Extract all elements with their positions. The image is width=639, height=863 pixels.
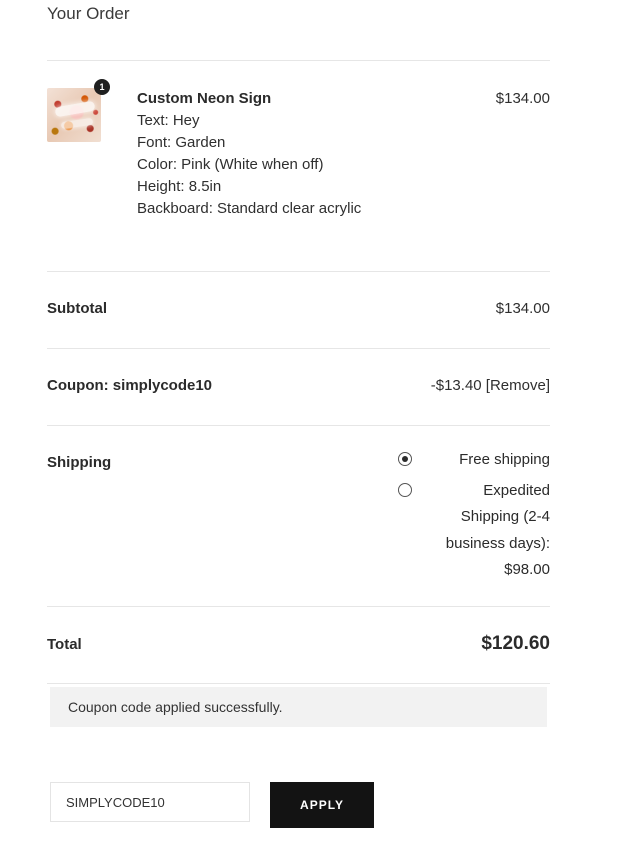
product-name: Custom Neon Sign bbox=[137, 90, 272, 107]
apply-coupon-button[interactable]: APPLY bbox=[270, 782, 374, 828]
total-value: $120.60 bbox=[481, 633, 550, 654]
coupon-amount: -$13.40 bbox=[430, 377, 482, 394]
divider bbox=[47, 683, 550, 684]
product-detail-backboard: Backboard: Standard clear acrylic bbox=[137, 200, 362, 217]
divider bbox=[47, 271, 550, 272]
coupon-code-input[interactable] bbox=[50, 782, 250, 822]
coupon-value: -$13.40 [Remove] bbox=[431, 377, 550, 394]
shipping-option-free[interactable]: Free shipping bbox=[398, 447, 550, 474]
product-detail-text: Text: Hey bbox=[137, 112, 200, 129]
quantity-badge: 1 bbox=[94, 79, 110, 95]
divider bbox=[47, 606, 550, 607]
radio-expedited-shipping[interactable] bbox=[398, 482, 412, 497]
shipping-label: Shipping bbox=[47, 454, 112, 471]
product-detail-color: Color: Pink (White when off) bbox=[137, 156, 324, 173]
cart-item: 1 Custom Neon Sign Text: Hey Font: Garde… bbox=[47, 79, 550, 238]
total-label: Total bbox=[47, 636, 82, 653]
order-title: Your Order bbox=[47, 4, 130, 23]
divider bbox=[47, 348, 550, 349]
product-thumbnail bbox=[47, 88, 101, 142]
radio-free-shipping[interactable] bbox=[398, 452, 412, 466]
product-info: Custom Neon Sign Text: Hey Font: Garden … bbox=[137, 88, 437, 220]
remove-coupon-link[interactable]: [Remove] bbox=[486, 377, 550, 394]
product-price: $134.00 bbox=[495, 90, 550, 107]
subtotal-label: Subtotal bbox=[47, 300, 107, 317]
divider bbox=[47, 425, 550, 426]
coupon-label: Coupon: simplycode10 bbox=[47, 377, 213, 394]
divider bbox=[47, 60, 550, 61]
product-detail-height: Height: 8.5in bbox=[137, 178, 222, 195]
product-detail-font: Font: Garden bbox=[137, 134, 226, 151]
coupon-success-notice: Coupon code applied successfully. bbox=[50, 687, 547, 727]
shipping-option-expedited[interactable]: Expedited Shipping (2-4 business days): … bbox=[398, 478, 550, 584]
shipping-option-label: Free shipping bbox=[459, 451, 550, 468]
subtotal-value: $134.00 bbox=[495, 300, 550, 317]
shipping-option-label: Expedited Shipping (2-4 business days): … bbox=[445, 481, 550, 579]
shipping-options: Free shipping Expedited Shipping (2-4 bu… bbox=[398, 447, 550, 584]
